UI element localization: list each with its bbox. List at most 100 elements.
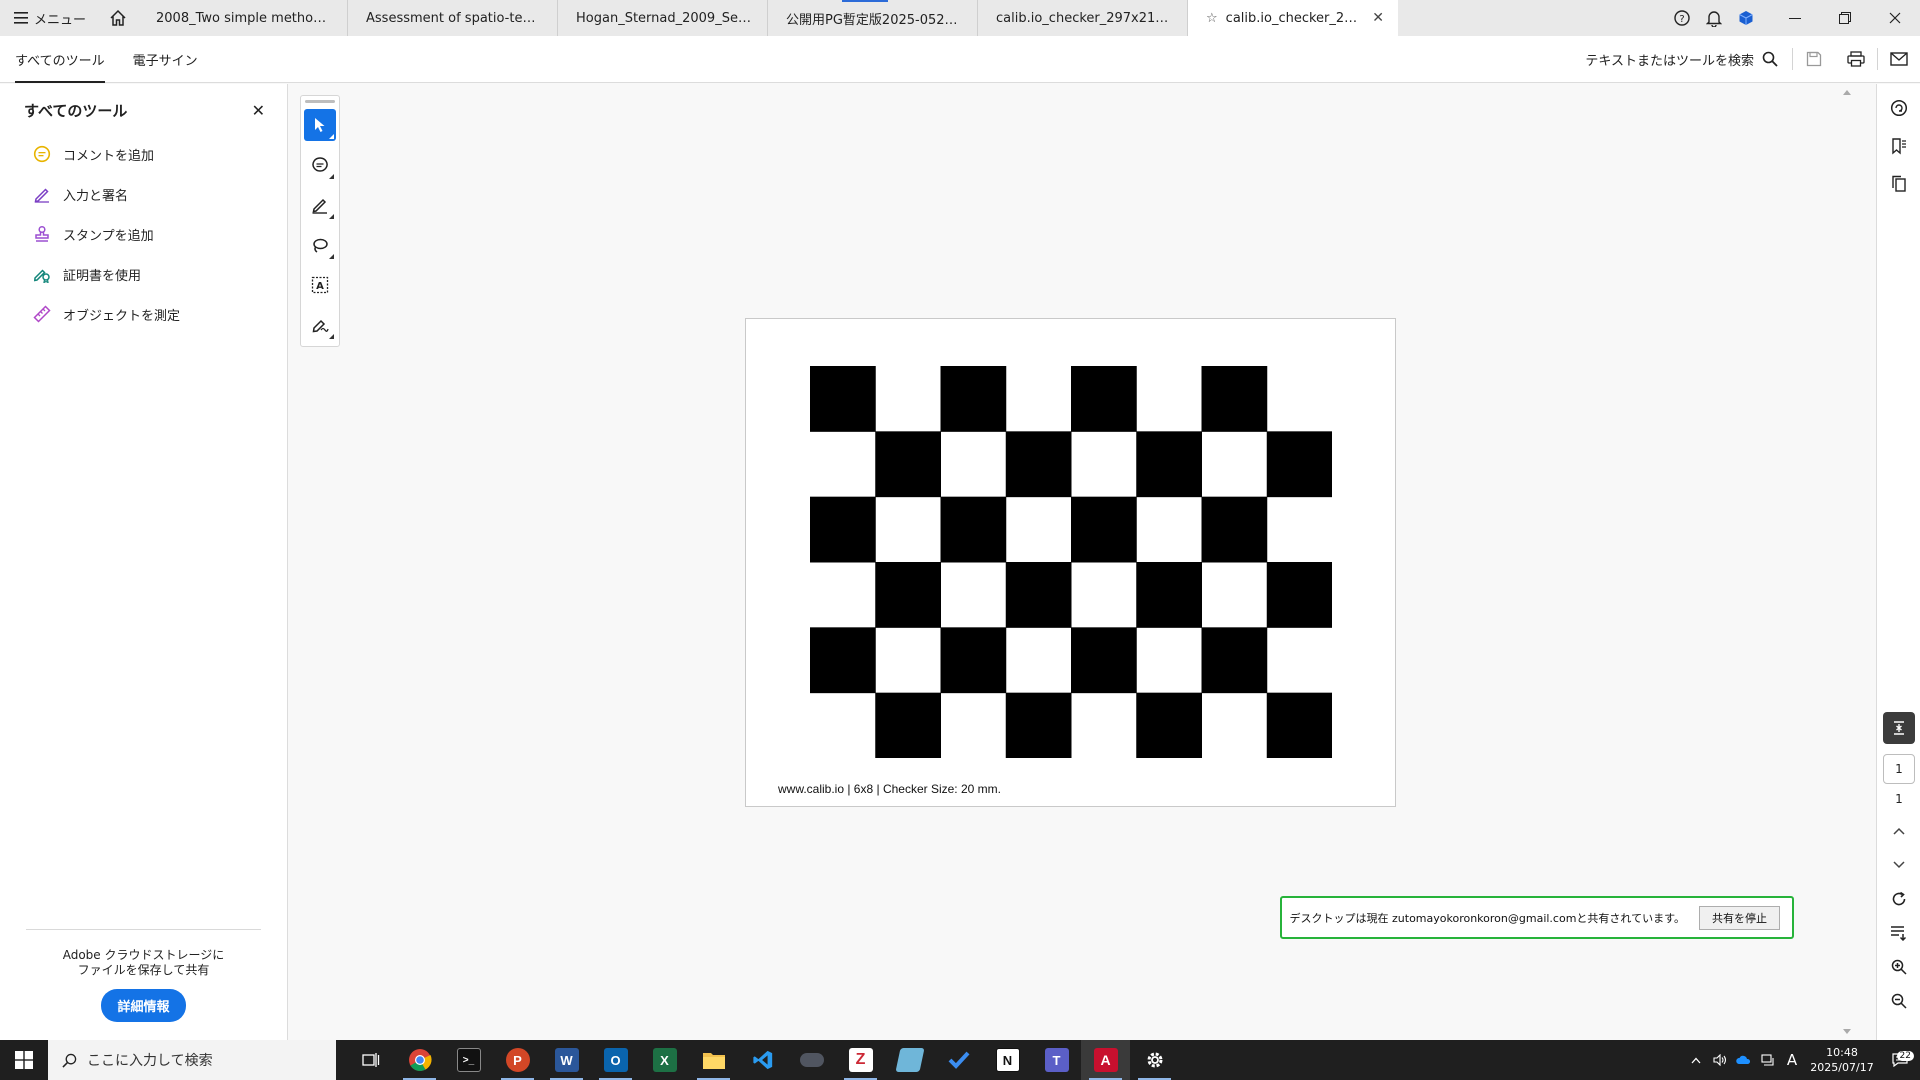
document-tab[interactable]: calib.io_checker_297x210_5x...: [978, 0, 1189, 36]
notifications-button[interactable]: [1698, 10, 1730, 27]
text-tool-button[interactable]: A: [304, 269, 336, 301]
taskbar-todo[interactable]: [934, 1040, 983, 1080]
taskbar-outlook[interactable]: O: [591, 1040, 640, 1080]
ai-assistant-icon: [1890, 99, 1908, 117]
email-button[interactable]: [1878, 36, 1920, 83]
scroll-up-arrow[interactable]: [1843, 90, 1851, 95]
checker-square: [1201, 366, 1268, 432]
notes-icon: [894, 1048, 925, 1072]
taskbar-app-notes[interactable]: [885, 1040, 934, 1080]
dropdown-indicator: [329, 174, 334, 179]
fit-page-icon: [1894, 721, 1904, 735]
taskbar-powerpoint[interactable]: P: [493, 1040, 542, 1080]
taskbar-chrome[interactable]: [395, 1040, 444, 1080]
ime-indicator[interactable]: A: [1780, 1051, 1804, 1069]
close-tab-icon[interactable]: ✕: [1372, 10, 1384, 26]
print-button[interactable]: [1835, 36, 1877, 83]
home-button[interactable]: [98, 0, 138, 36]
clock-time: 10:48: [1826, 1046, 1858, 1059]
help-icon: ?: [1674, 10, 1690, 26]
zoom-out-button[interactable]: [1877, 984, 1920, 1018]
taskbar-vscode[interactable]: [738, 1040, 787, 1080]
scroll-mode-button[interactable]: [1877, 916, 1920, 950]
minimize-button[interactable]: [1770, 0, 1820, 36]
checker-square: [1071, 496, 1137, 563]
tray-overflow-icon[interactable]: [1684, 1057, 1708, 1064]
taskbar-zotero[interactable]: Z: [836, 1040, 885, 1080]
quick-tools-bar: A: [300, 95, 340, 347]
close-window-button[interactable]: [1870, 0, 1920, 36]
notification-center-button[interactable]: 22: [1880, 1051, 1920, 1067]
document-tab[interactable]: Assessment of spatio-tempo...: [348, 0, 559, 36]
comment-tool-button[interactable]: [304, 149, 336, 181]
taskbar-terminal[interactable]: >_: [444, 1040, 493, 1080]
ai-assistant-button[interactable]: [1877, 89, 1920, 127]
fit-page-button[interactable]: [1883, 712, 1915, 744]
taskbar-teams[interactable]: T: [1032, 1040, 1081, 1080]
taskbar-excel[interactable]: X: [640, 1040, 689, 1080]
title-bar: メニュー 2008_Two simple methods f... Assess…: [0, 0, 1920, 36]
taskbar-file-explorer[interactable]: [689, 1040, 738, 1080]
cube-icon: [1739, 11, 1753, 25]
save-button[interactable]: [1793, 36, 1835, 83]
apps-button[interactable]: [1730, 10, 1762, 26]
star-icon[interactable]: ☆: [1206, 11, 1218, 26]
taskbar-settings[interactable]: [1130, 1040, 1179, 1080]
sign-tool-button[interactable]: [304, 309, 336, 341]
dropdown-indicator: [329, 334, 334, 339]
task-view-button[interactable]: [346, 1040, 395, 1080]
tool-add-comment[interactable]: コメントを追加: [0, 134, 287, 174]
highlight-tool-button[interactable]: [304, 189, 336, 221]
stop-sharing-button[interactable]: 共有を停止: [1699, 905, 1780, 930]
menu-button[interactable]: メニュー: [0, 0, 98, 36]
rotate-button[interactable]: [1877, 882, 1920, 916]
tool-add-stamp[interactable]: スタンプを追加: [0, 214, 287, 254]
help-button[interactable]: ?: [1666, 10, 1698, 26]
taskbar-acrobat[interactable]: A: [1081, 1040, 1130, 1080]
checkmark-icon: [948, 1051, 969, 1069]
current-page-input[interactable]: 1: [1883, 754, 1915, 784]
tab-all-tools[interactable]: すべてのツール: [0, 36, 118, 83]
taskbar-word[interactable]: W: [542, 1040, 591, 1080]
start-button[interactable]: [0, 1040, 48, 1080]
learn-more-button[interactable]: 詳細情報: [101, 989, 186, 1022]
restore-button[interactable]: [1820, 0, 1870, 36]
taskbar-app-gamebar[interactable]: [787, 1040, 836, 1080]
search-tools-button[interactable]: テキストまたはツールを検索: [1585, 50, 1792, 69]
tool-label: スタンプを追加: [63, 228, 154, 244]
vertical-scrollbar[interactable]: [1838, 84, 1856, 1040]
close-panel-icon[interactable]: ✕: [252, 101, 265, 120]
tab-esign[interactable]: 電子サイン: [118, 36, 211, 83]
next-page-button[interactable]: [1877, 848, 1920, 882]
scroll-down-arrow[interactable]: [1843, 1029, 1851, 1034]
zoom-in-button[interactable]: [1877, 950, 1920, 984]
bookmarks-button[interactable]: [1877, 127, 1920, 165]
select-tool-button[interactable]: [304, 109, 336, 141]
document-tab[interactable]: 公開用PG暫定版2025-0529....: [768, 0, 979, 36]
document-viewer[interactable]: A www.calib.io | 6x8 | Checker Size: 20 …: [289, 84, 1856, 1040]
powerpoint-icon: P: [505, 1048, 530, 1072]
certificate-icon: [32, 264, 52, 284]
document-tab[interactable]: Hogan_Sternad_2009_Sensiti...: [558, 0, 769, 36]
document-tab-active[interactable]: ☆ calib.io_checker_200x... ✕: [1188, 0, 1399, 36]
share-message: デスクトップは現在 zutomayokoronkoron@gmail.comと共…: [1289, 911, 1685, 925]
previous-page-button[interactable]: [1877, 814, 1920, 848]
tool-measure-object[interactable]: オブジェクトを測定: [0, 294, 287, 334]
volume-icon[interactable]: [1708, 1054, 1732, 1066]
document-tab[interactable]: 2008_Two simple methods f...: [138, 0, 349, 36]
draw-tool-button[interactable]: [304, 229, 336, 261]
taskbar-notion[interactable]: N: [983, 1040, 1032, 1080]
network-icon[interactable]: [1756, 1054, 1780, 1066]
drag-handle[interactable]: [305, 100, 335, 103]
taskbar-search-box[interactable]: ここに入力して検索: [48, 1040, 336, 1080]
pages-button[interactable]: [1877, 165, 1920, 203]
tool-fill-sign[interactable]: 入力と署名: [0, 174, 287, 214]
onedrive-icon[interactable]: [1732, 1055, 1756, 1065]
clock[interactable]: 10:48 2025/07/17: [1804, 1045, 1880, 1075]
tool-use-certificate[interactable]: 証明書を使用: [0, 254, 287, 294]
gamepad-icon: [799, 1053, 824, 1067]
clock-date: 2025/07/17: [1810, 1061, 1874, 1074]
cloud-promo: Adobe クラウドストレージに ファイルを保存して共有 詳細情報: [26, 929, 261, 1022]
main-toolbar: すべてのツール 電子サイン テキストまたはツールを検索: [0, 36, 1920, 83]
promo-line: ファイルを保存して共有: [77, 963, 210, 977]
